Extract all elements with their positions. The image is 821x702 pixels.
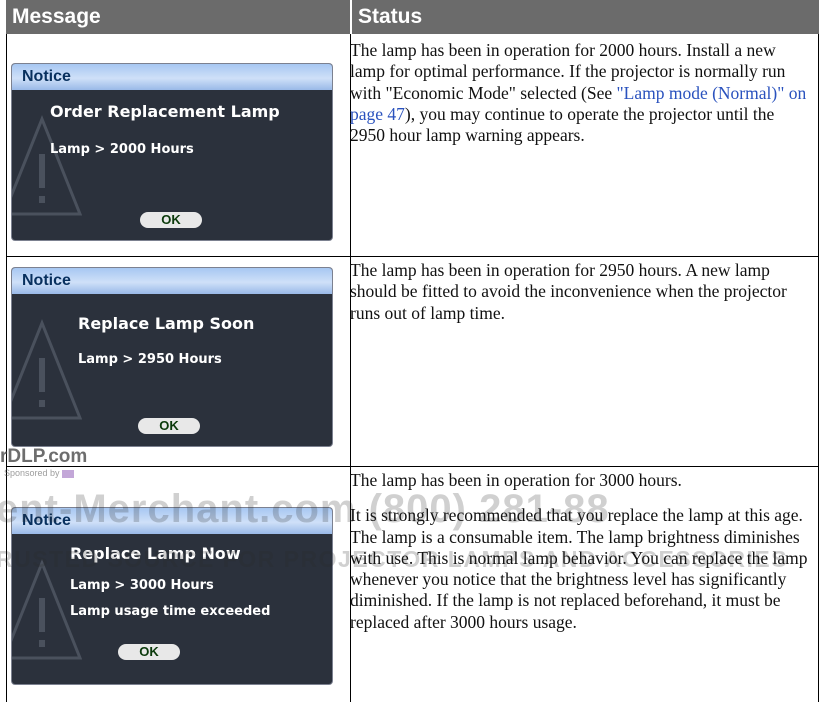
notice-title-bar: Notice (12, 268, 332, 294)
notice-detail-line: Lamp > 2950 Hours (78, 352, 222, 367)
warning-triangle-icon (12, 114, 82, 216)
status-text-3: The lamp has been in operation for 3000 … (350, 470, 808, 633)
warning-triangle-icon (12, 318, 82, 420)
status-text-1: The lamp has been in operation for 2000 … (350, 40, 808, 146)
notice-heading: Replace Lamp Soon (78, 314, 255, 333)
notice-dialog-replace-now: Notice Replace Lamp Now Lamp > 3000 Hour… (12, 508, 332, 684)
notice-dialog-replace-soon: Notice Replace Lamp Soon Lamp > 2950 Hou… (12, 268, 332, 446)
notice-detail-line: Lamp > 3000 Hours (70, 578, 214, 593)
status-text-2: The lamp has been in operation for 2950 … (350, 260, 808, 324)
status-text: The lamp has been in operation for 3000 … (350, 470, 682, 490)
ok-button[interactable]: OK (138, 418, 200, 434)
ok-button[interactable]: OK (140, 212, 202, 228)
table-right-border (818, 34, 819, 702)
status-column-header: Status (352, 0, 819, 34)
notice-title-bar: Notice (12, 64, 332, 90)
status-text: It is strongly recommended that you repl… (350, 505, 808, 632)
message-column-header: Message (6, 0, 350, 34)
status-text: The lamp has been in operation for 2950 … (350, 260, 787, 323)
ok-button[interactable]: OK (118, 644, 180, 660)
notice-detail-line: Lamp usage time exceeded (70, 604, 271, 619)
notice-title-bar: Notice (12, 508, 332, 534)
row-divider (6, 256, 819, 257)
notice-dialog-order-replacement: Notice Order Replacement Lamp Lamp > 200… (12, 64, 332, 240)
notice-heading: Replace Lamp Now (70, 544, 241, 563)
row-divider (6, 466, 819, 467)
notice-detail-line: Lamp > 2000 Hours (50, 142, 194, 157)
table-left-border (6, 34, 7, 702)
notice-heading: Order Replacement Lamp (50, 102, 280, 121)
status-text: ), you may continue to operate the proje… (350, 103, 775, 146)
